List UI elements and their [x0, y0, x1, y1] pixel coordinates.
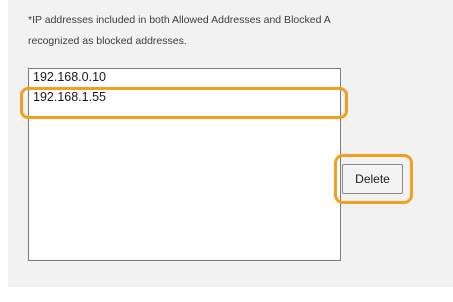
- note-line-2: recognized as blocked addresses.: [28, 35, 187, 47]
- delete-button[interactable]: Delete: [342, 164, 403, 194]
- blocked-address-note: *IP addresses included in both Allowed A…: [28, 10, 453, 52]
- note-line-1: *IP addresses included in both Allowed A…: [28, 14, 331, 26]
- list-item-selected[interactable]: 192.168.1.55: [33, 89, 106, 105]
- list-item[interactable]: 192.168.0.10: [33, 70, 106, 84]
- ip-address-list[interactable]: 192.168.0.10 192.168.1.55: [28, 68, 341, 261]
